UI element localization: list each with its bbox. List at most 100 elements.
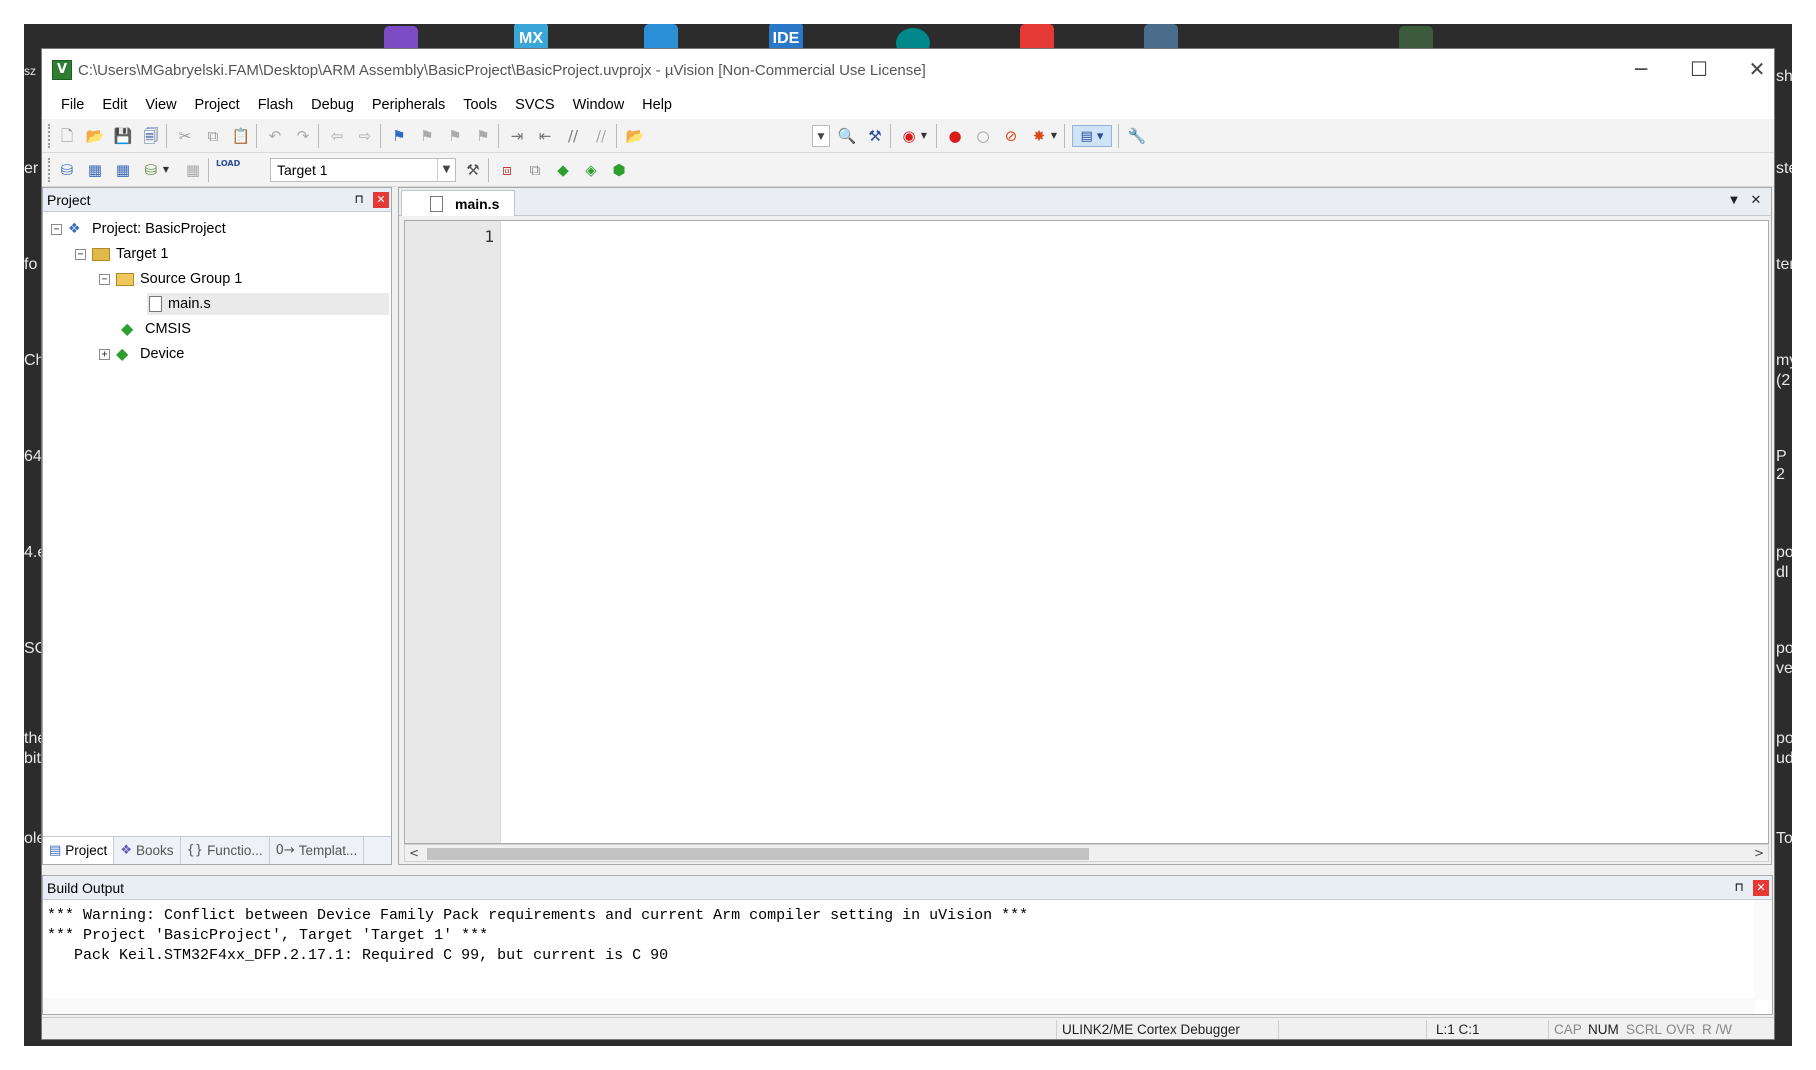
desktop-label: ter [1776,256,1792,273]
scroll-left-icon[interactable]: < [405,845,423,861]
tab-books[interactable]: ❖ Books [114,837,181,864]
batch-dropdown-icon[interactable]: ▼ [160,159,172,181]
target-select[interactable]: Target 1 ▼ [270,158,456,182]
copy-icon[interactable]: ⧉ [202,125,224,147]
tree-node-target[interactable]: − Target 1 [75,243,168,265]
collapse-icon[interactable]: − [99,273,110,285]
paste-icon[interactable]: 📋 [230,125,252,147]
find-icon[interactable]: 🔍 [836,125,858,147]
debug-dropdown-icon[interactable]: ▼ [918,125,930,147]
pin-icon[interactable]: ⊓ [351,191,367,207]
code-editor[interactable]: 1 [404,220,1769,844]
manage-project-items-icon[interactable]: ⧈ [496,159,518,181]
menu-edit[interactable]: Edit [93,97,136,113]
tree-node-device[interactable]: + ◆ Device [99,343,184,365]
window-layout-icon[interactable]: ▤ ▾ [1072,125,1112,147]
select-packs-icon[interactable]: ⧉ [524,159,546,181]
tab-project[interactable]: ▤ Project [43,837,115,864]
tree-node-main-s[interactable]: main.s [147,293,389,315]
incremental-find-icon[interactable]: ⚒ [864,125,886,147]
status-debugger: ULINK2/ME Cortex Debugger [1062,1022,1240,1037]
redo-icon[interactable]: ↷ [292,125,314,147]
editor-tab-main-s[interactable]: main.s [401,190,515,216]
build-output-vertical-scrollbar[interactable] [1754,900,1772,1000]
new-file-icon[interactable]: 🗋 [56,125,78,147]
file-toolbar: 🗋 📂 💾 🗐 ✂ ⧉ 📋 ↶ ↷ ⇦ ⇨ ⚑ ⚑ ⚑ ⚑ ⇥ ⇤ // // … [42,119,1774,153]
maximize-button[interactable]: ☐ [1670,49,1728,91]
manage-run-time-env-icon[interactable]: ◆ [552,159,574,181]
toolbar-grip[interactable] [48,158,51,182]
menu-help[interactable]: Help [633,97,681,113]
pin-icon[interactable]: ⊓ [1731,879,1747,895]
close-pane-button[interactable]: ✕ [373,192,389,208]
tab-functions[interactable]: {} Functio... [181,837,270,864]
desktop-label: dl [1776,564,1789,581]
build-icon[interactable]: ▦ [84,159,106,181]
editor-horizontal-scrollbar[interactable]: < > [404,844,1769,862]
uncomment-icon[interactable]: // [590,125,612,147]
navigate-forward-icon[interactable]: ⇨ [354,125,376,147]
target-options-icon[interactable]: ⚒ [462,159,484,181]
stop-build-icon[interactable]: ▦ [182,159,204,181]
build-output-text[interactable]: *** Warning: Conflict between Device Fam… [47,906,1028,966]
comment-icon[interactable]: // [562,125,584,147]
breakpoint-dropdown-icon[interactable]: ▼ [1048,125,1060,147]
download-icon[interactable]: LOAD [216,159,240,181]
menu-tools[interactable]: Tools [454,97,506,113]
menu-window[interactable]: Window [564,97,634,113]
menu-svcs[interactable]: SVCS [506,97,564,113]
bookmark-toggle-icon[interactable]: ⚑ [388,125,410,147]
bookmark-next-icon[interactable]: ⚑ [444,125,466,147]
rebuild-icon[interactable]: ▦ [112,159,134,181]
close-pane-button[interactable]: ✕ [1753,880,1769,896]
save-icon[interactable]: 💾 [112,125,134,147]
scroll-right-icon[interactable]: > [1750,845,1768,861]
enable-breakpoint-icon[interactable]: ○ [972,125,994,147]
title-bar[interactable]: V C:\Users\MGabryelski.FAM\Desktop\ARM A… [42,49,1774,91]
scrollbar-thumb[interactable] [427,848,1089,860]
find-in-files-icon[interactable]: 📂 [624,125,646,147]
toolbar-grip[interactable] [48,124,51,148]
batch-build-icon[interactable]: ⛁ [140,159,162,181]
insert-breakpoint-icon[interactable]: ● [944,125,966,147]
toolbar-separator [1118,124,1119,148]
tree-node-source-group[interactable]: − Source Group 1 [99,268,242,290]
expand-icon[interactable]: + [99,348,110,360]
cut-icon[interactable]: ✂ [174,125,196,147]
collapse-icon[interactable]: − [51,223,62,235]
indent-icon[interactable]: ⇥ [506,125,528,147]
menu-flash[interactable]: Flash [249,97,302,113]
menu-view[interactable]: View [136,97,185,113]
find-dropdown-icon[interactable]: ▼ [812,125,830,147]
tree-node-project[interactable]: − ❖ Project: BasicProject [51,218,226,240]
tab-templates[interactable]: 0→ Templat... [270,837,365,864]
configure-icon[interactable]: 🔧 [1126,125,1148,147]
open-file-icon[interactable]: 📂 [84,125,106,147]
menu-project[interactable]: Project [186,97,249,113]
collapse-icon[interactable]: − [75,248,86,260]
disable-all-breakpoints-icon[interactable]: ⊘ [1000,125,1022,147]
navigate-back-icon[interactable]: ⇦ [326,125,348,147]
close-tab-icon[interactable]: ✕ [1747,192,1765,210]
tree-node-cmsis[interactable]: ◆ CMSIS [121,318,191,340]
bookmark-clear-icon[interactable]: ⚑ [472,125,494,147]
desktop-label: bit [24,750,41,767]
close-window-button[interactable]: ✕ [1728,49,1774,91]
chevron-down-icon[interactable]: ▼ [437,159,455,181]
pack-installer-icon[interactable]: ◈ [580,159,602,181]
unindent-icon[interactable]: ⇤ [534,125,556,147]
undo-icon[interactable]: ↶ [264,125,286,147]
tab-list-dropdown-icon[interactable]: ▼ [1725,192,1743,210]
save-all-icon[interactable]: 🗐 [140,125,162,147]
menu-peripherals[interactable]: Peripherals [363,97,454,113]
bookmark-prev-icon[interactable]: ⚑ [416,125,438,147]
menu-debug[interactable]: Debug [302,97,363,113]
toolbar-separator [498,124,499,148]
build-output-horizontal-scrollbar[interactable] [43,998,1755,1014]
translate-icon[interactable]: ⛁ [56,159,78,181]
menu-file[interactable]: File [52,97,93,113]
pack-update-icon[interactable]: ⬢ [608,159,630,181]
minimize-button[interactable]: ─ [1612,49,1670,91]
kill-all-breakpoints-icon[interactable]: ✸ [1028,125,1050,147]
debug-session-icon[interactable]: ◉ [898,125,920,147]
